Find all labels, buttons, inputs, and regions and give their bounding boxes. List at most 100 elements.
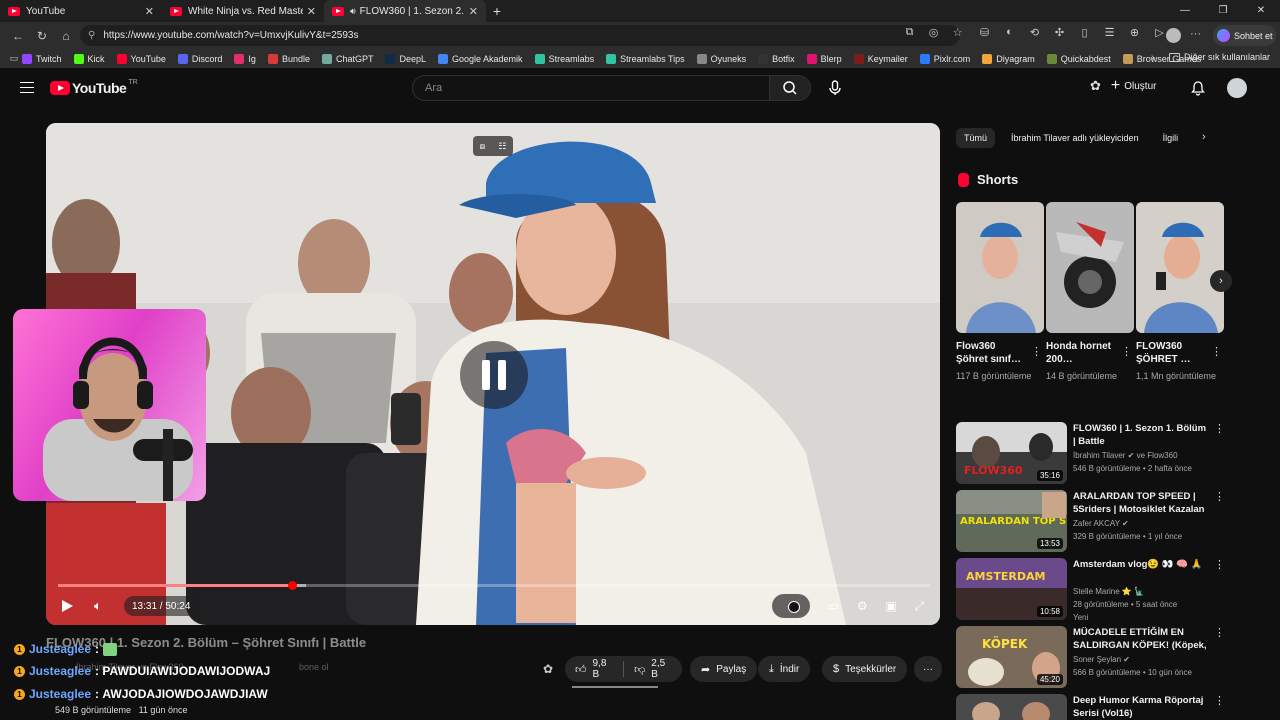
bookmark-diyagram[interactable]: Diyagram [982, 53, 1035, 64]
bookmark-oyuneks[interactable]: Oyuneks [696, 53, 746, 64]
bookmarks-overflow-icon[interactable]: › [1151, 52, 1154, 63]
more-vert-icon[interactable]: ⋮ [1214, 558, 1225, 571]
theater-mode-icon[interactable]: ▣ [885, 599, 896, 613]
bookmark-youtube[interactable]: YouTube [116, 53, 166, 64]
bookmark-twitch[interactable]: Twitch [22, 53, 62, 64]
extension-1-icon[interactable]: ⛁ [975, 26, 994, 39]
premium-extension-icon[interactable]: ✿ [1090, 78, 1101, 94]
search-input[interactable]: Ara [412, 75, 770, 101]
more-vert-icon[interactable]: ⋮ [1211, 345, 1222, 358]
search-button[interactable] [769, 75, 811, 101]
recommended-video[interactable]: FLOW360 35:16 FLOW360 | 1. Sezon 1. Bölü… [956, 422, 1256, 486]
more-actions-button[interactable]: ··· [914, 656, 942, 682]
more-vert-icon[interactable]: ⋮ [1214, 626, 1225, 639]
chip-related[interactable]: İlgili [1155, 128, 1187, 148]
notes-icon[interactable]: ☷ [498, 141, 506, 152]
recommended-video[interactable]: AMSTERDAM 10:58 Amsterdam vlog😉 👀 🧠 🙏 St… [956, 558, 1256, 622]
chip-all[interactable]: Tümü [956, 128, 996, 148]
bookmark-pixlr-com[interactable]: Pixlr.com [919, 53, 970, 64]
chips-next-icon[interactable]: › [1202, 131, 1206, 143]
create-button[interactable]: + Oluştur [1111, 77, 1157, 95]
bookmark-blerp[interactable]: Blerp [806, 53, 842, 64]
bookmark-ig[interactable]: Ig [234, 53, 256, 64]
short-card[interactable]: Honda hornet 200… 14 B görüntüleme ⋮ [1046, 202, 1134, 383]
bookmark-keymailer[interactable]: Keymailer [853, 53, 908, 64]
browser-tab-flow360[interactable]: 🔊︎ FLOW360 | 1. Sezon 2. Bölüm – Şöhret … [324, 0, 486, 22]
shorts-next-button[interactable]: › [1210, 270, 1232, 292]
more-vert-icon[interactable]: ⋮ [1121, 345, 1132, 358]
bookmark-discord[interactable]: Discord [177, 53, 222, 64]
youtube-logo[interactable]: YouTube TR [50, 79, 138, 96]
recommended-video[interactable]: Deep Humor Karma Röportaj Serisi (Vol16)… [956, 694, 1256, 720]
short-card[interactable]: FLOW360 ŞÖHRET … 1,1 Mn görüntüleme ⋮ [1136, 202, 1224, 383]
video-progress-bar[interactable] [58, 581, 930, 590]
audio-playing-icon[interactable]: 🔊︎ [350, 6, 356, 17]
other-favorites[interactable]: Diğer sık kullanılanlar [1168, 52, 1270, 62]
reload-icon[interactable]: ↻ [30, 29, 54, 43]
notifications-bell-icon[interactable] [1190, 80, 1206, 101]
miniplayer-icon[interactable]: ⧈ [480, 141, 486, 152]
address-bar[interactable]: ⚲ https://www.youtube.com/watch?v=UmxvjK… [80, 25, 960, 46]
browser-menu-icon[interactable]: ··· [1190, 28, 1201, 40]
more-vert-icon[interactable]: ⋮ [1214, 694, 1225, 707]
more-vert-icon[interactable]: ⋮ [1031, 345, 1042, 358]
back-icon[interactable]: ← [6, 29, 30, 43]
close-window-button[interactable]: ✕ [1242, 0, 1280, 22]
extension-2-icon[interactable]: ◐ [1000, 26, 1019, 39]
volume-icon[interactable]: 🔈︎ [94, 598, 102, 614]
subscribe-hint[interactable]: bone ol [299, 662, 329, 672]
like-button[interactable]: 👍︎ 9,8 B [565, 656, 623, 682]
tracking-icon[interactable]: ◎ [924, 26, 943, 39]
copilot-button[interactable]: Sohbet et [1213, 25, 1276, 46]
extension-3-icon[interactable]: ⟲ [1025, 26, 1044, 39]
new-tab-button[interactable]: + [486, 3, 508, 19]
extension-action-icon[interactable]: ✿ [543, 660, 561, 678]
account-avatar[interactable] [1227, 78, 1247, 98]
install-app-icon[interactable]: ⧉ [900, 26, 919, 39]
bookmark-deepl[interactable]: DeepL [385, 53, 426, 64]
favorite-star-icon[interactable]: ☆ [948, 26, 967, 39]
browser-tab-youtube[interactable]: YouTube ✕ [0, 0, 162, 22]
settings-gear-icon[interactable]: ⚙︎ [857, 599, 868, 613]
subtitles-icon[interactable]: ▭ [828, 599, 839, 613]
home-icon[interactable]: ⌂ [54, 29, 78, 43]
autoplay-toggle[interactable] [772, 594, 810, 618]
pause-button[interactable] [460, 341, 528, 409]
minimize-button[interactable]: — [1166, 0, 1204, 22]
recommended-video[interactable]: KÖPEK 45:20 MÜCADELE ETTİĞİM EN SALDIRGA… [956, 626, 1256, 690]
more-vert-icon[interactable]: ⋮ [1214, 490, 1225, 503]
thanks-button[interactable]: $ Teşekkürler [822, 656, 908, 682]
download-button[interactable]: ⤓ İndir [758, 656, 811, 682]
more-vert-icon[interactable]: ⋮ [1214, 422, 1225, 435]
share-button[interactable]: ➦ Paylaş [690, 656, 758, 682]
bookmark-botfix[interactable]: Botfix [758, 53, 795, 64]
collections-icon[interactable]: ⊕ [1125, 26, 1144, 39]
short-card[interactable]: Flow360 Şöhret sınıf… 117 B görüntüleme … [956, 202, 1044, 383]
recommended-video[interactable]: ARALARDAN TOP SPEED 13:53 ARALARDAN TOP … [956, 490, 1256, 554]
bookmark-bundle[interactable]: Bundle [267, 53, 310, 64]
voice-search-icon[interactable] [826, 79, 844, 97]
close-tab-icon[interactable]: ✕ [307, 5, 316, 18]
maximize-button[interactable]: ❐ [1204, 0, 1242, 22]
close-tab-icon[interactable]: ✕ [145, 5, 154, 18]
play-icon[interactable] [62, 600, 73, 612]
bookmarks-toggle-icon[interactable]: ▭ [6, 53, 22, 64]
site-info-icon[interactable]: ⚲ [88, 30, 95, 41]
split-screen-icon[interactable]: ▯ [1075, 26, 1094, 39]
chip-uploader[interactable]: İbrahim Tilaver adlı yükleyiciden [1003, 128, 1147, 148]
fullscreen-icon[interactable]: ⤢ [914, 599, 924, 614]
dislike-button[interactable]: 👎︎ 2,5 B [624, 656, 682, 682]
bookmark-google-akademik[interactable]: Google Akademik [438, 53, 523, 64]
bookmark-streamlabs-tips[interactable]: Streamlabs Tips [606, 53, 685, 64]
bookmark-streamlabs[interactable]: Streamlabs [534, 53, 594, 64]
bookmark-kick[interactable]: Kick [73, 53, 105, 64]
scrubber-handle[interactable] [287, 581, 297, 590]
profile-avatar[interactable] [1166, 28, 1181, 43]
close-tab-icon[interactable]: ✕ [469, 5, 478, 18]
favorites-icon[interactable]: ☰ [1100, 26, 1119, 39]
menu-hamburger-icon[interactable] [20, 82, 34, 93]
browser-tab-white-ninja[interactable]: White Ninja vs. Red Master - YouTube ✕ [162, 0, 324, 22]
bookmark-quickabdest[interactable]: Quickabdest [1046, 53, 1111, 64]
extensions-puzzle-icon[interactable]: ✣ [1050, 26, 1069, 39]
bookmark-chatgpt[interactable]: ChatGPT [321, 53, 373, 64]
